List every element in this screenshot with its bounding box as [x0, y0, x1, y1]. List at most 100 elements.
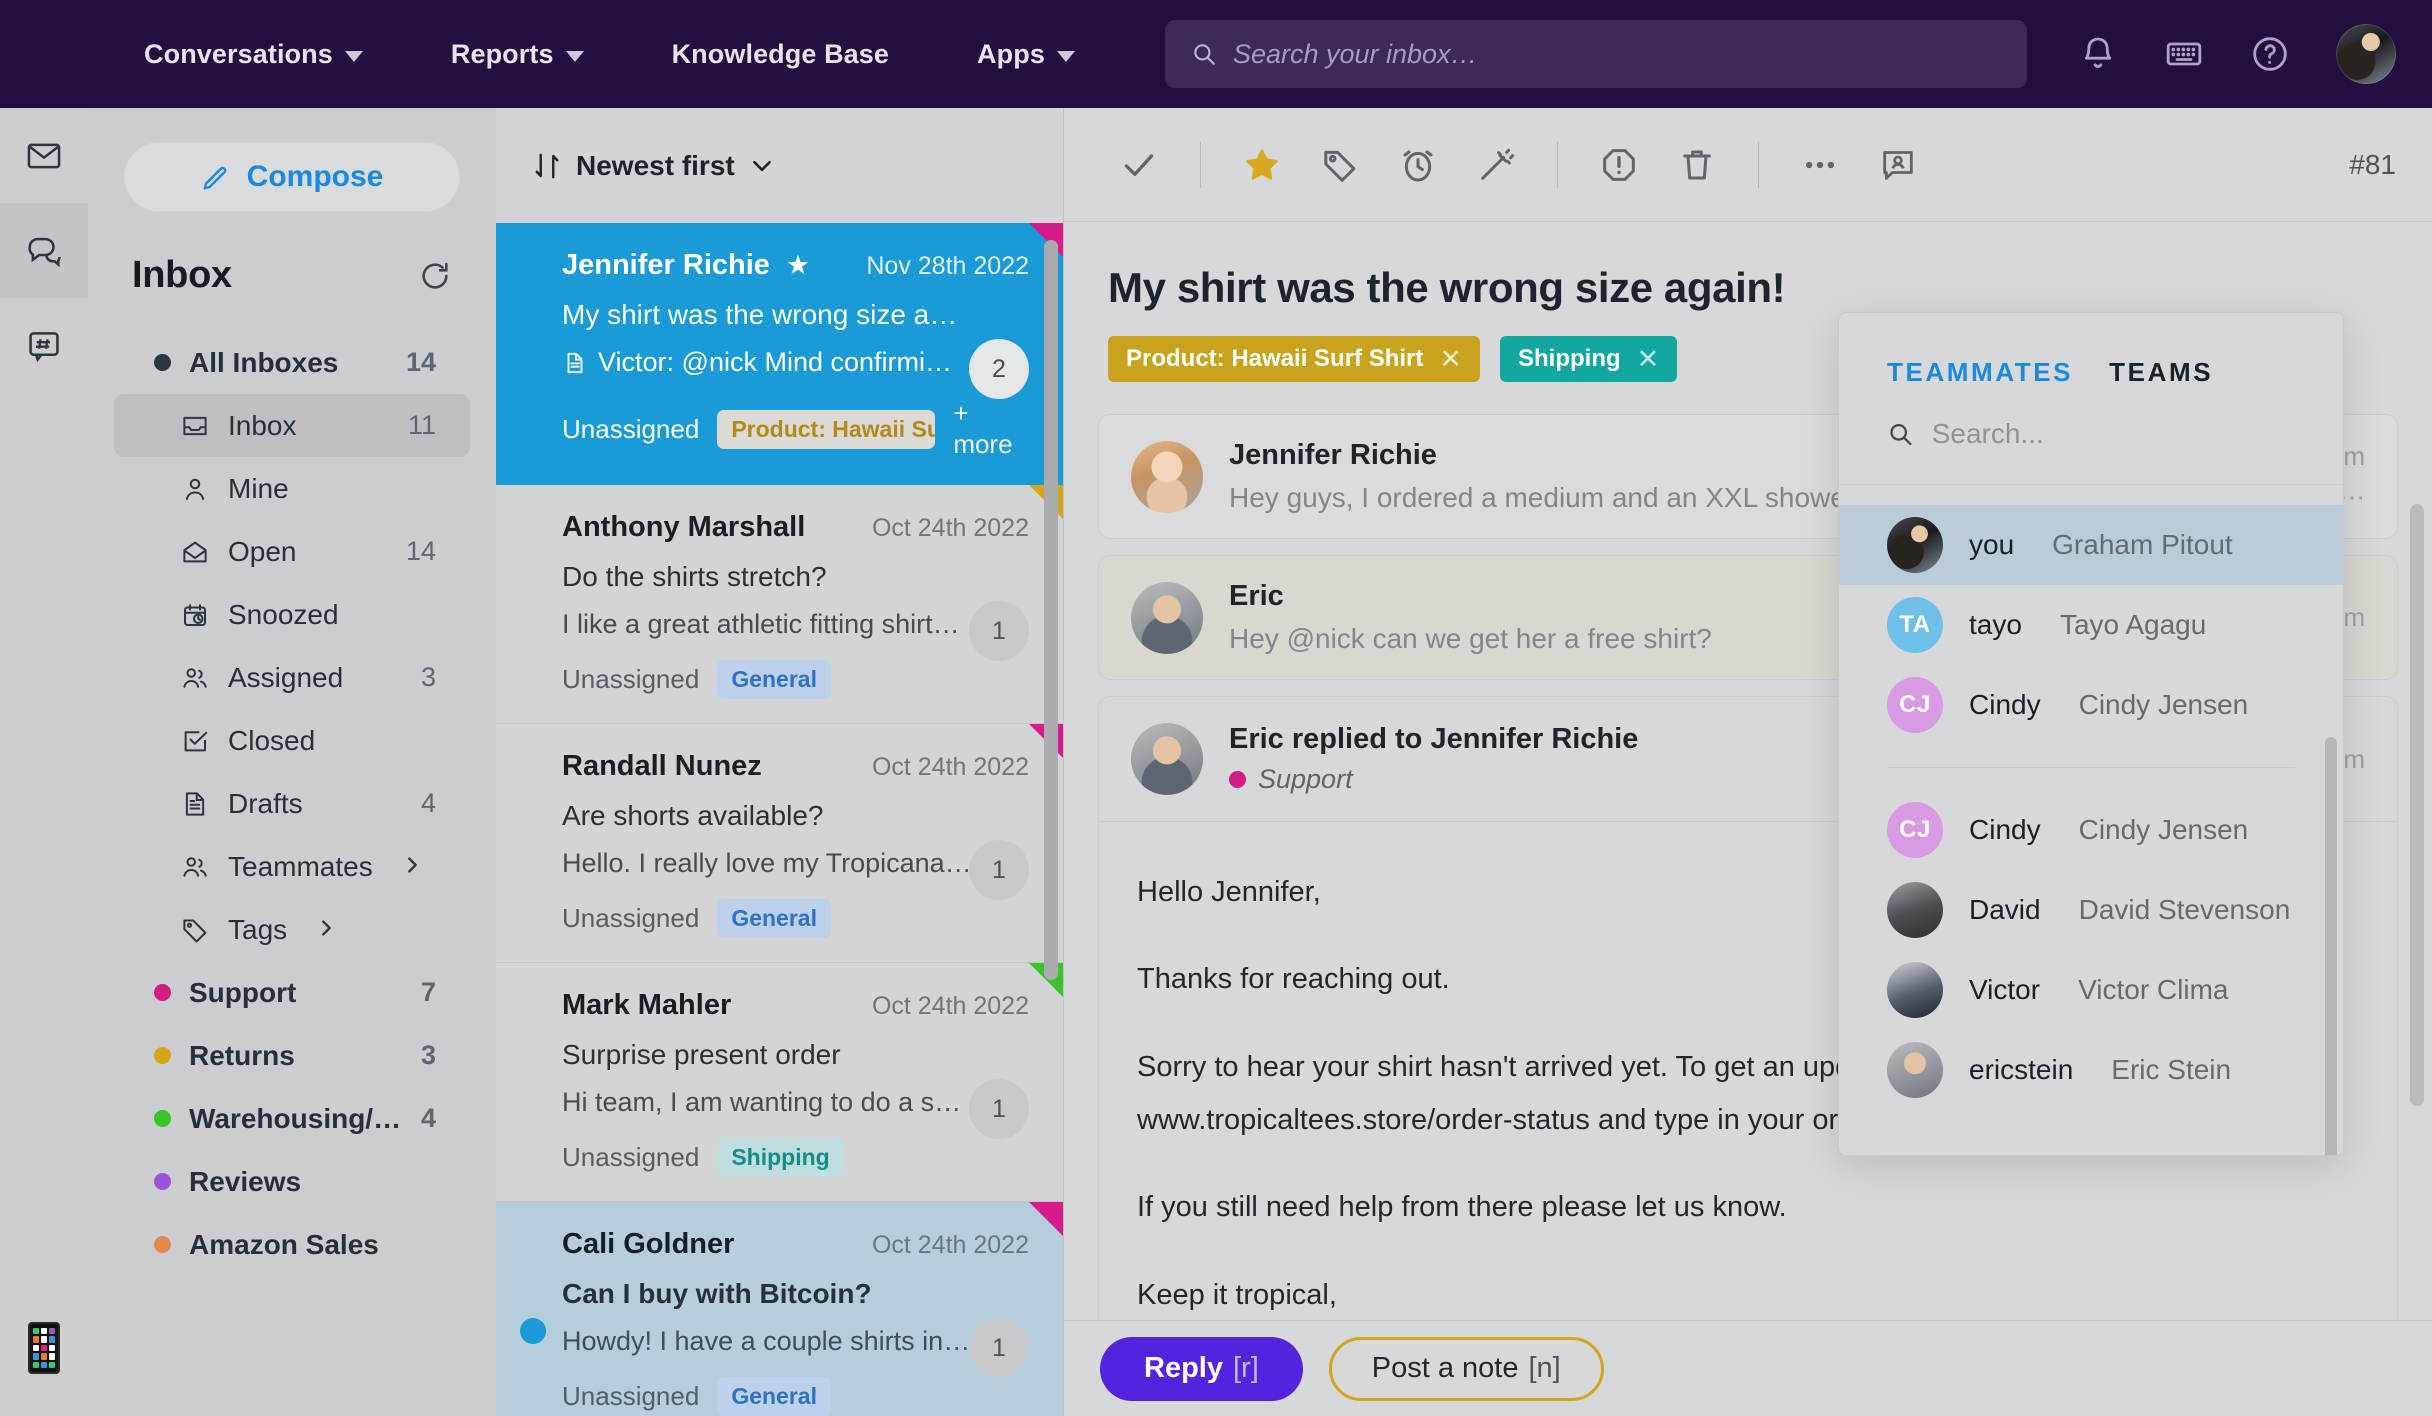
popover-search-input[interactable] [1931, 418, 2295, 450]
conversation-tag-chip[interactable]: Shipping ✕ [1500, 336, 1678, 382]
avatar [1887, 517, 1943, 573]
message-paragraph: If you still need help from there please… [1137, 1191, 1787, 1224]
conversation-list-item[interactable]: Jennifer Richie ★ Nov 28th 2022 My shirt wa… [496, 223, 1063, 485]
bell-icon[interactable] [2078, 34, 2118, 74]
conversation-tag[interactable]: General [717, 899, 831, 938]
tag-label: Product: Hawaii Surf Shirt [1126, 345, 1424, 372]
more-dots-icon [1806, 161, 1834, 168]
sidebar-item-tags[interactable]: Tags [114, 898, 470, 961]
sidebar-item-assigned[interactable]: Assigned 3 [114, 646, 470, 709]
sidebar-item-warehousing-deli[interactable]: Warehousing/Deli... 4 [114, 1087, 470, 1150]
sidebar-item-label: All Inboxes [189, 346, 339, 378]
teammate-row[interactable]: TA tayo Tayo Agagu [1839, 585, 2343, 665]
conversation-tag-chip[interactable]: Product: Hawaii Surf Shirt ✕ [1108, 336, 1480, 382]
folders-sidebar: Compose Inbox All Inboxes 14 Inbox 11 Mine Op… [88, 108, 496, 1416]
sidebar-item-label: Closed [228, 724, 316, 756]
thread-scrollbar[interactable] [2410, 504, 2424, 1106]
rail-item-mail[interactable] [0, 108, 88, 203]
sidebar-item-all-inboxes[interactable]: All Inboxes 14 [114, 331, 470, 394]
avatar[interactable] [2336, 24, 2396, 84]
teammate-row[interactable]: Victor Victor Clima [1839, 950, 2343, 1030]
more-button[interactable] [1781, 126, 1859, 204]
phone-icon[interactable] [28, 1322, 60, 1374]
post-note-button[interactable]: Post a note [n] [1328, 1336, 1604, 1401]
compose-button[interactable]: Compose [124, 142, 460, 212]
message-paragraph: Keep it tropical, Eric [1137, 1278, 1337, 1311]
sidebar-item-amazon-sales[interactable]: Amazon Sales [114, 1213, 470, 1276]
conversation-more-tags[interactable]: + more [953, 398, 1029, 460]
conversation-list-item[interactable]: Randall Nunez Oct 24th 2022 Are shorts ava… [496, 724, 1063, 963]
popover-tab-teammates[interactable]: TEAMMATES [1887, 357, 2073, 388]
sidebar-item-snoozed[interactable]: Snoozed [114, 583, 470, 646]
conversation-list-item[interactable]: Anthony Marshall Oct 24th 2022 Do the shir… [496, 485, 1063, 724]
conversation-list-scrollbar[interactable] [1044, 240, 1058, 980]
star-button[interactable] [1223, 126, 1301, 204]
icon-rail [0, 108, 88, 1416]
toolbar-divider-3 [1758, 141, 1759, 188]
chevron-right-icon [401, 851, 423, 883]
teammate-row[interactable]: you Graham Pitout [1839, 505, 2343, 585]
conversation-tag[interactable]: General [717, 660, 831, 699]
popover-search[interactable] [1839, 388, 2343, 485]
conversation-assignee: Unassigned [562, 903, 700, 933]
popover-tab-teams[interactable]: TEAMS [2109, 357, 2213, 388]
nav-apps[interactable]: Apps [933, 39, 1119, 70]
rail-item-channels[interactable] [0, 298, 88, 393]
conversation-list-item[interactable]: Cali Goldner Oct 24th 2022 Can I buy with … [496, 1202, 1063, 1416]
teammate-list-scrollbar[interactable] [2325, 737, 2337, 1155]
message-meta: Eric replied to Jennifer Richie Support [1229, 723, 1638, 795]
sidebar-item-teammates[interactable]: Teammates [114, 835, 470, 898]
close-conversation-button[interactable] [1100, 126, 1178, 204]
delete-button[interactable] [1658, 126, 1736, 204]
refresh-icon[interactable] [418, 259, 452, 293]
teammate-row[interactable]: David David Stevenson [1839, 870, 2343, 950]
conversation-tag[interactable]: General [717, 1377, 831, 1416]
magic-wand-button[interactable] [1457, 126, 1535, 204]
conversation-preview: Victor: @nick Mind confirmi… [562, 347, 992, 378]
conversation-preview: Hi team, I am wanting to do a s… [562, 1087, 992, 1118]
keyboard-icon[interactable] [2164, 34, 2204, 74]
contact-card-button[interactable] [1859, 126, 1937, 204]
teammate-row[interactable]: CJ Cindy Cindy Jensen [1839, 790, 2343, 870]
help-circle-icon[interactable] [2250, 34, 2290, 74]
sidebar-item-returns[interactable]: Returns 3 [114, 1024, 470, 1087]
sort-control[interactable]: Newest first [496, 108, 1063, 223]
tag-button[interactable] [1301, 126, 1379, 204]
sidebar-item-drafts[interactable]: Drafts 4 [114, 772, 470, 835]
sidebar-item-support[interactable]: Support 7 [114, 961, 470, 1024]
sort-label: Newest first [576, 149, 735, 181]
nav-reports[interactable]: Reports [407, 39, 628, 70]
sidebar-item-open[interactable]: Open 14 [114, 520, 470, 583]
conversation-date: Oct 24th 2022 [871, 1231, 1029, 1259]
avatar: CJ [1887, 677, 1943, 733]
snooze-button[interactable] [1379, 126, 1457, 204]
search-box[interactable] [1164, 20, 2027, 88]
sidebar-item-closed[interactable]: Closed [114, 709, 470, 772]
sidebar-item-mine[interactable]: Mine [114, 457, 470, 520]
teammate-row[interactable]: CJ Cindy Cindy Jensen [1839, 665, 2343, 745]
sidebar-item-inbox[interactable]: Inbox 11 [114, 394, 470, 457]
mailbox-label: Support [1258, 764, 1353, 794]
spam-button[interactable] [1580, 126, 1658, 204]
remove-tag-icon[interactable]: ✕ [1439, 344, 1462, 375]
conversation-message-count: 1 [969, 601, 1029, 661]
nav-knowledge-base[interactable]: Knowledge Base [628, 39, 933, 70]
conversation-date: Oct 24th 2022 [871, 514, 1029, 542]
conversation-row-top: Jennifer Richie ★ Nov 28th 2022 [562, 249, 1029, 282]
chevron-down-icon [1056, 50, 1075, 62]
conversation-tag[interactable]: Shipping [717, 1138, 844, 1177]
chevron-down-icon [565, 50, 584, 62]
sidebar-item-label: Open [228, 535, 297, 567]
teammate-row[interactable]: ericstein Eric Stein [1839, 1030, 2343, 1110]
conversation-list-item[interactable]: Mark Mahler Oct 24th 2022 Surprise present… [496, 963, 1063, 1202]
remove-tag-icon[interactable]: ✕ [1637, 344, 1660, 375]
nav-apps-label: Apps [977, 38, 1045, 69]
conversation-tag[interactable]: Product: Hawaii Surf Shirt [717, 409, 936, 449]
sidebar-item-reviews[interactable]: Reviews [114, 1150, 470, 1213]
search-input[interactable] [1232, 38, 2001, 70]
teammate-handle: Cindy [1969, 689, 2041, 720]
reply-button[interactable]: Reply [r] [1100, 1336, 1303, 1401]
nav-conversations[interactable]: Conversations [100, 39, 407, 70]
teammate-name: Tayo Agagu [2059, 609, 2207, 640]
rail-item-chat[interactable] [0, 203, 88, 298]
